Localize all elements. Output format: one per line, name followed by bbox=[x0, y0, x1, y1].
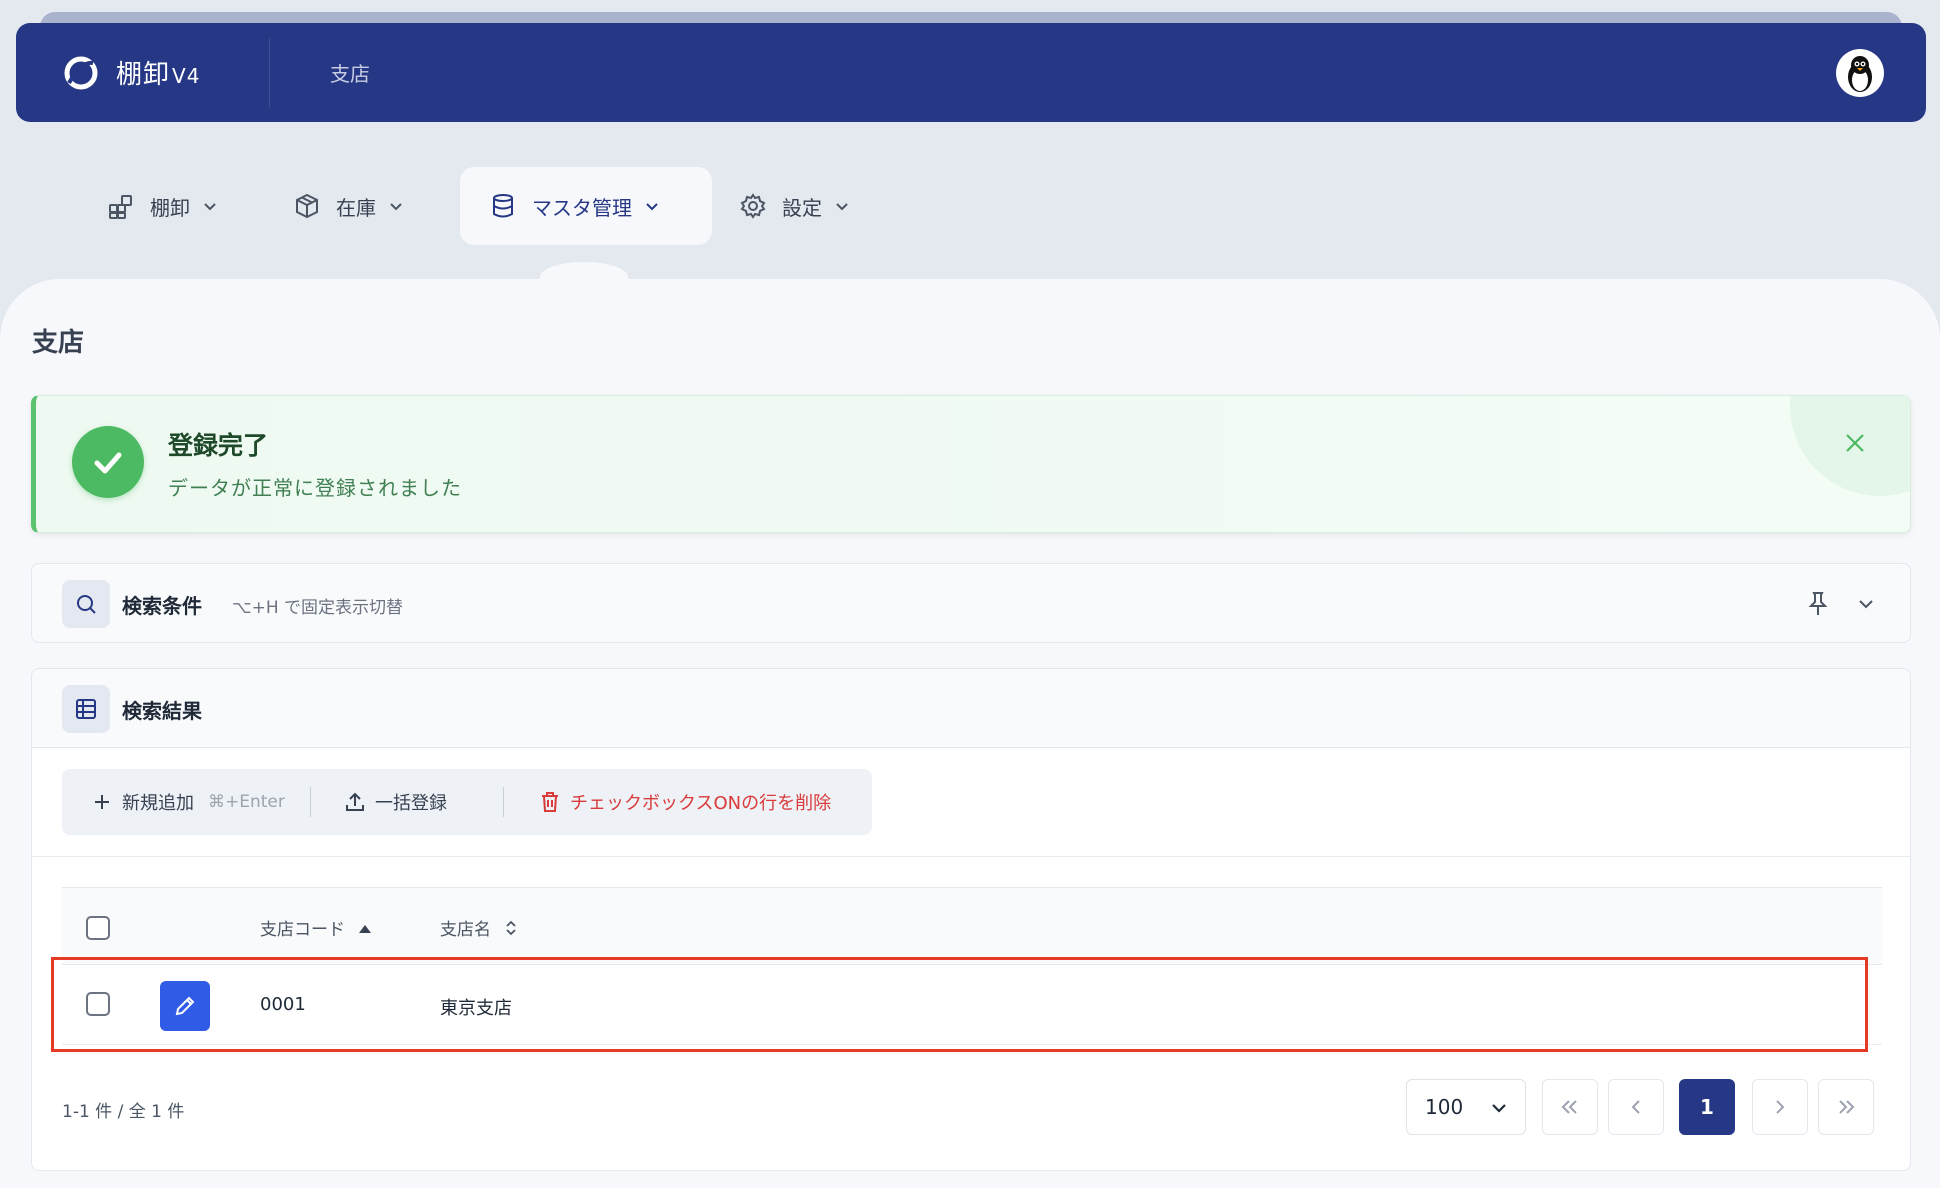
header-current-page: 支店 bbox=[330, 62, 370, 86]
menu-item-label: マスタ管理 bbox=[532, 195, 632, 220]
pin-icon[interactable] bbox=[1804, 590, 1832, 618]
chevron-down-icon bbox=[1489, 1098, 1509, 1118]
main-menu: 棚卸 在庫 マスタ管理 設定 bbox=[80, 167, 882, 245]
results-panel-title: 検索結果 bbox=[122, 699, 202, 723]
prev-page-button[interactable] bbox=[1608, 1079, 1664, 1135]
blocks-icon bbox=[106, 191, 136, 221]
logo-icon bbox=[56, 48, 106, 98]
menu-item-label: 棚卸 bbox=[150, 195, 190, 220]
search-results-panel: 検索結果 新規追加 ⌘+Enter 一括登録 チェックボックスONの行を削除 支… bbox=[31, 668, 1911, 1171]
table-icon bbox=[62, 685, 110, 733]
results-table: 支店コード 支店名 0001 東京支店 bbox=[62, 887, 1882, 1045]
select-all-checkbox[interactable] bbox=[86, 916, 110, 940]
delete-checked-label: チェックボックスONの行を削除 bbox=[570, 793, 832, 814]
sort-toggle-icon bbox=[501, 918, 521, 938]
upload-icon bbox=[343, 790, 367, 814]
per-page-select[interactable]: 100 bbox=[1406, 1079, 1526, 1135]
divider bbox=[32, 856, 1910, 857]
edit-button[interactable] bbox=[160, 981, 210, 1031]
menu-item-zaiko[interactable]: 在庫 bbox=[266, 167, 460, 245]
results-header: 検索結果 bbox=[32, 669, 1910, 748]
per-page-value: 100 bbox=[1425, 1095, 1464, 1119]
add-new-shortcut: ⌘+Enter bbox=[208, 792, 285, 812]
menu-item-label: 設定 bbox=[782, 195, 822, 220]
page-title: 支店 bbox=[32, 328, 85, 358]
user-avatar[interactable] bbox=[1836, 49, 1884, 97]
record-count: 1-1 件 / 全 1 件 bbox=[62, 1102, 185, 1122]
cell-branch-code: 0001 bbox=[260, 994, 306, 1015]
column-header-code[interactable]: 支店コード bbox=[260, 915, 375, 940]
search-conditions-panel[interactable]: 検索条件 ⌥+H で固定表示切替 bbox=[31, 563, 1911, 643]
menu-item-master[interactable]: マスタ管理 bbox=[460, 167, 712, 245]
search-panel-hint: ⌥+H で固定表示切替 bbox=[232, 598, 404, 618]
add-new-button[interactable]: 新規追加 ⌘+Enter bbox=[90, 769, 310, 835]
search-icon bbox=[62, 580, 110, 628]
search-panel-title: 検索条件 bbox=[122, 594, 202, 618]
chevron-down-icon bbox=[644, 197, 662, 215]
next-page-button[interactable] bbox=[1752, 1079, 1808, 1135]
row-checkbox[interactable] bbox=[86, 992, 110, 1016]
double-chevron-right-icon bbox=[1839, 1100, 1855, 1114]
chevron-down-icon bbox=[388, 197, 406, 215]
menu-item-label: 在庫 bbox=[336, 195, 376, 220]
bulk-register-button[interactable]: 一括登録 bbox=[343, 769, 503, 835]
chevron-down-icon bbox=[834, 197, 852, 215]
bulk-register-label: 一括登録 bbox=[375, 793, 447, 814]
database-icon bbox=[488, 191, 518, 221]
close-icon[interactable] bbox=[1840, 428, 1870, 458]
menu-item-settings[interactable]: 設定 bbox=[712, 167, 882, 245]
menu-item-tanaoroshi[interactable]: 棚卸 bbox=[80, 167, 266, 245]
plus-icon bbox=[90, 790, 114, 814]
success-alert: 登録完了 データが正常に登録されました bbox=[31, 395, 1911, 533]
current-page-button[interactable]: 1 bbox=[1679, 1079, 1735, 1135]
app-header: 棚卸 V4 支店 bbox=[16, 23, 1926, 122]
box-icon bbox=[292, 191, 322, 221]
pencil-icon bbox=[175, 996, 195, 1016]
app-logo[interactable]: 棚卸 V4 bbox=[56, 48, 269, 98]
cell-branch-name: 東京支店 bbox=[440, 998, 512, 1019]
double-chevron-left-icon bbox=[1561, 1100, 1577, 1114]
chevron-down-icon[interactable] bbox=[1852, 590, 1880, 618]
add-new-label: 新規追加 bbox=[122, 793, 194, 814]
chevron-left-icon bbox=[1631, 1100, 1640, 1114]
toolbar-separator bbox=[310, 787, 311, 817]
menu-pointer bbox=[540, 262, 628, 292]
alert-title: 登録完了 bbox=[168, 431, 269, 460]
header-divider bbox=[269, 37, 270, 108]
column-header-name[interactable]: 支店名 bbox=[440, 915, 521, 940]
chevron-down-icon bbox=[202, 197, 220, 215]
first-page-button[interactable] bbox=[1542, 1079, 1598, 1135]
alert-message: データが正常に登録されました bbox=[168, 476, 462, 500]
toolbar-separator bbox=[503, 787, 504, 817]
chevron-right-icon bbox=[1776, 1100, 1785, 1114]
table-row: 0001 東京支店 bbox=[62, 965, 1882, 1045]
sort-asc-icon bbox=[355, 918, 375, 938]
gear-icon bbox=[738, 191, 768, 221]
table-header: 支店コード 支店名 bbox=[62, 887, 1882, 965]
check-circle-icon bbox=[72, 426, 144, 498]
results-toolbar: 新規追加 ⌘+Enter 一括登録 チェックボックスONの行を削除 bbox=[62, 769, 872, 835]
trash-icon bbox=[538, 790, 562, 814]
app-name: 棚卸 V4 bbox=[116, 60, 201, 90]
delete-checked-button[interactable]: チェックボックスONの行を削除 bbox=[538, 769, 831, 835]
last-page-button[interactable] bbox=[1818, 1079, 1874, 1135]
